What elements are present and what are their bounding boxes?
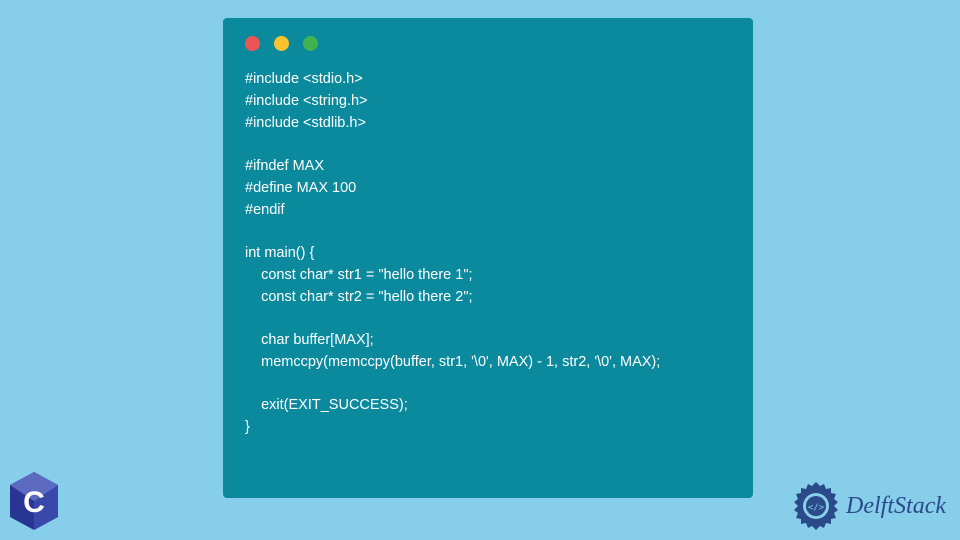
- brand-name: DelftStack: [846, 493, 946, 520]
- code-content: #include <stdio.h> #include <string.h> #…: [245, 69, 731, 439]
- window-controls: [245, 36, 731, 51]
- code-window: #include <stdio.h> #include <string.h> #…: [223, 18, 753, 498]
- minimize-icon: [274, 36, 289, 51]
- delftstack-logo: </> DelftStack: [790, 480, 946, 532]
- close-icon: [245, 36, 260, 51]
- svg-text:C: C: [23, 486, 45, 519]
- maximize-icon: [303, 36, 318, 51]
- c-language-logo-icon: C: [6, 470, 62, 532]
- gear-icon: </>: [790, 480, 842, 532]
- svg-text:</>: </>: [808, 503, 825, 513]
